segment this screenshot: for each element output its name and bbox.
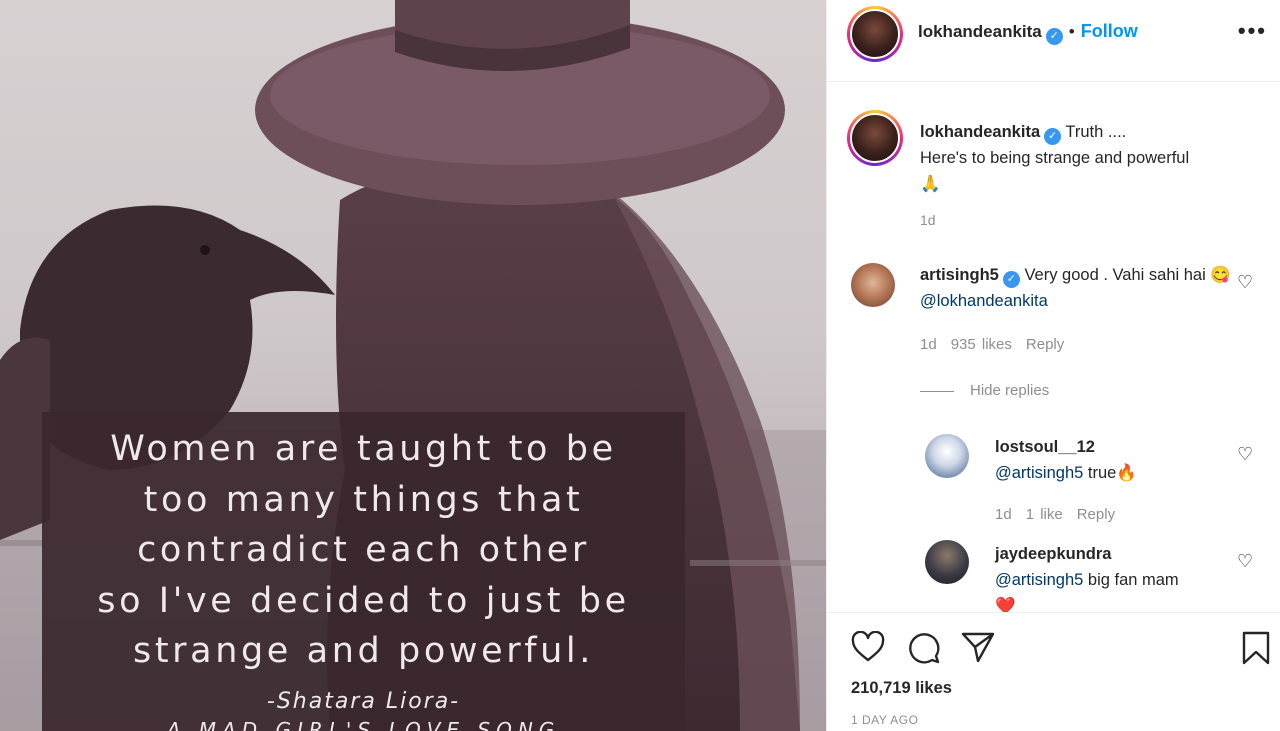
reply-username[interactable]: jaydeepkundra xyxy=(995,541,1255,567)
post-sidebar: lokhandeankita ✓ • Follow ••• lokhandeankit… xyxy=(826,0,1280,731)
post-actions: 210,719 likes 1 DAY AGO xyxy=(827,612,1280,731)
caption-username[interactable]: lokhandeankita xyxy=(920,123,1040,141)
reply-button[interactable]: Reply xyxy=(1077,506,1115,523)
praying-hands-emoji: 🙏 xyxy=(920,175,941,193)
reply-avatar[interactable] xyxy=(925,540,969,584)
reply-text: big fan mam xyxy=(1087,571,1179,589)
comments-section[interactable]: lokhandeankita ✓ Truth .... Here's to bei… xyxy=(827,82,1280,612)
reply-button[interactable]: Reply xyxy=(1026,336,1064,353)
reply-body: jaydeepkundra @artisingh5 big fan mam ❤️ xyxy=(995,541,1255,612)
reply-avatar[interactable] xyxy=(925,434,969,478)
commenter-avatar[interactable] xyxy=(851,263,895,307)
hide-replies-label: Hide replies xyxy=(970,382,1050,399)
comment-mention-link[interactable]: @lokhandeankita xyxy=(920,292,1048,310)
post-likes-count[interactable]: 210,719 likes xyxy=(851,679,952,698)
verified-badge-icon: ✓ xyxy=(1045,28,1063,45)
post-header: lokhandeankita ✓ • Follow ••• xyxy=(827,0,1280,82)
verified-badge-icon: ✓ xyxy=(1002,271,1020,288)
quote-overlay: Women are taught to be too many things t… xyxy=(42,412,685,731)
reply-text: true🔥 xyxy=(1087,464,1137,482)
comment-meta: 1d 935 likes Reply xyxy=(920,336,1078,353)
comment-text: Very good . Vahi sahi hai 😋 xyxy=(1024,266,1231,284)
comment-likes-count[interactable]: 935 likes xyxy=(951,336,1012,353)
comment-bubble-icon[interactable] xyxy=(907,631,941,664)
commenter-username[interactable]: artisingh5 xyxy=(920,266,999,284)
heart-emoji: ❤️ xyxy=(995,597,1016,612)
author-username[interactable]: lokhandeankita xyxy=(918,22,1042,41)
reply-timestamp[interactable]: 1d xyxy=(995,506,1012,523)
reply-likes-count[interactable]: 1 like xyxy=(1026,506,1063,523)
like-comment-heart-icon[interactable]: ♡ xyxy=(1237,272,1253,293)
quote-line: too many things that xyxy=(143,479,584,520)
divider-line xyxy=(920,390,954,392)
separator-dot: • xyxy=(1068,22,1075,41)
share-paper-plane-icon[interactable] xyxy=(961,631,995,663)
quote-book-title: A MAD GIRL'S LOVE SONG xyxy=(166,717,561,731)
post-timestamp[interactable]: 1 DAY AGO xyxy=(851,713,918,727)
caption-avatar[interactable] xyxy=(847,110,903,166)
quote-line: so I've decided to just be xyxy=(97,580,630,621)
quote-text: Women are taught to be too many things t… xyxy=(42,424,685,677)
reply-mention-link[interactable]: @artisingh5 xyxy=(995,464,1083,482)
like-reply-heart-icon[interactable]: ♡ xyxy=(1237,551,1253,572)
post-image[interactable]: Women are taught to be too many things t… xyxy=(0,0,826,731)
quote-author: -Shatara Liora- xyxy=(266,688,461,714)
caption-body: lokhandeankita ✓ Truth .... Here's to bei… xyxy=(920,119,1260,197)
reply-username[interactable]: lostsoul__12 xyxy=(995,434,1255,460)
follow-button[interactable]: Follow xyxy=(1081,21,1138,41)
reply-body: lostsoul__12 @artisingh5 true🔥 xyxy=(995,434,1255,486)
quote-line: strange and powerful. xyxy=(133,631,594,671)
quote-line: Women are taught to be xyxy=(110,429,617,469)
caption-text: Truth .... xyxy=(1065,123,1127,141)
like-reply-heart-icon[interactable]: ♡ xyxy=(1237,444,1253,465)
author-avatar[interactable] xyxy=(847,6,903,62)
comment-body: artisingh5 ✓ Very good . Vahi sahi hai 😋 … xyxy=(920,262,1240,314)
more-options-icon[interactable]: ••• xyxy=(1238,18,1267,44)
header-user-row: lokhandeankita ✓ • Follow xyxy=(918,21,1138,45)
verified-badge-icon: ✓ xyxy=(1044,128,1062,145)
reply-mention-link[interactable]: @artisingh5 xyxy=(995,571,1083,589)
save-bookmark-icon[interactable] xyxy=(1241,631,1271,665)
caption-timestamp[interactable]: 1d xyxy=(920,212,936,228)
hide-replies-toggle[interactable]: Hide replies xyxy=(920,382,1049,399)
comment-timestamp[interactable]: 1d xyxy=(920,336,937,353)
like-heart-icon[interactable] xyxy=(851,631,885,663)
caption-text: Here's to being strange and powerful xyxy=(920,149,1190,167)
quote-line: contradict each other xyxy=(137,530,590,570)
reply-meta: 1d 1 like Reply xyxy=(995,506,1129,523)
